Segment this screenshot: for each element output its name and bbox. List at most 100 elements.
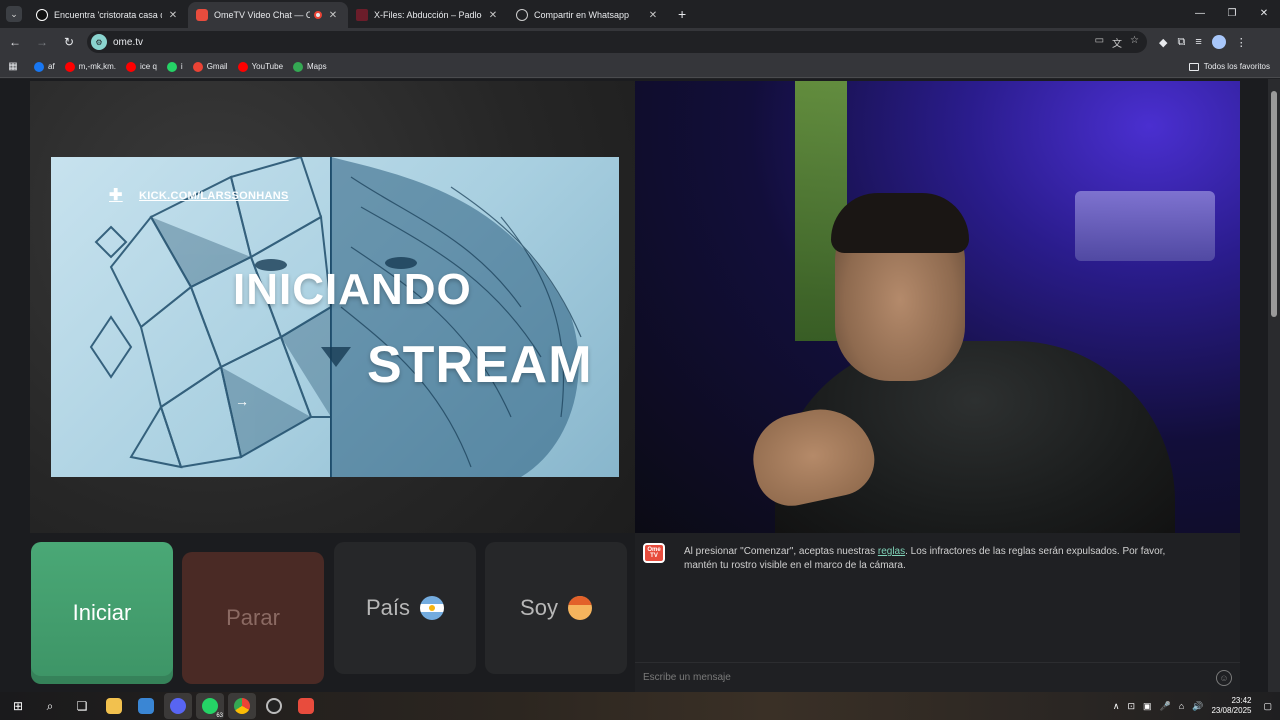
stop-button[interactable]: Parar: [182, 552, 324, 684]
bookmark-item[interactable]: m,-mk,km.: [64, 61, 116, 72]
file-explorer-icon[interactable]: [100, 693, 128, 719]
bookmark-label: ice q: [140, 62, 157, 71]
address-bar[interactable]: ⚙ ome.tv ▭ 文 ☆: [87, 31, 1147, 53]
bookmark-label: Maps: [307, 62, 327, 71]
window-controls: — ❐ ✕: [1184, 0, 1280, 28]
tray-app2-icon[interactable]: ▣: [1143, 701, 1152, 712]
notification-icon[interactable]: ▢: [1263, 701, 1272, 712]
rules-link[interactable]: reglas: [878, 546, 905, 557]
discord-icon[interactable]: [164, 693, 192, 719]
kick-link[interactable]: ✚ KICK.COM/LARSSONHANS: [109, 187, 289, 205]
apps-grid-icon[interactable]: ▦: [2, 61, 24, 72]
whatsapp-taskbar-icon[interactable]: 63: [196, 693, 224, 719]
scrollbar-thumb[interactable]: [1271, 91, 1277, 317]
tray-app-icon[interactable]: ⊡: [1128, 701, 1136, 712]
profile-avatar-icon[interactable]: [1211, 35, 1226, 49]
bookmark-label: i: [180, 62, 183, 71]
tab-whatsapp[interactable]: Compartir en Whatsapp ✕: [508, 2, 668, 28]
extensions-puzzle-icon[interactable]: ⧉: [1177, 36, 1185, 49]
extension-icon[interactable]: ◆: [1159, 36, 1167, 49]
emoji-icon[interactable]: ☺: [1216, 670, 1232, 686]
folder-icon: [1188, 62, 1199, 71]
arrow-right-icon: →: [235, 393, 249, 409]
bookmark-item[interactable]: Gmail: [192, 61, 228, 72]
bookmark-item[interactable]: af: [34, 61, 55, 72]
close-window-icon[interactable]: ✕: [1248, 0, 1280, 28]
bookmark-label: YouTube: [251, 62, 284, 71]
system-message: Al presionar "Comenzar", aceptas nuestra…: [684, 545, 1184, 573]
bookmark-label: af: [48, 62, 55, 71]
youtube-icon: [126, 61, 136, 72]
stop-button-label: Parar: [226, 605, 280, 630]
person-hair: [831, 193, 969, 253]
clock-time: 23:42: [1231, 696, 1252, 705]
browser-toolbar: ← → ↻ ⚙ ome.tv ▭ 文 ☆ ◆ ⧉ ≡ ⋮: [0, 28, 1280, 56]
media-control-icon[interactable]: ≡: [1195, 36, 1201, 48]
clock[interactable]: 23:42 23/08/2025: [1211, 696, 1251, 716]
facebook-icon: [34, 61, 44, 72]
tab-search-button[interactable]: ⌄: [6, 6, 22, 22]
tiktok-icon: [36, 9, 48, 21]
boy-avatar-icon: [567, 596, 592, 620]
whatsapp-badge: 63: [215, 713, 224, 719]
windows-start-icon[interactable]: ⊞: [4, 693, 32, 719]
close-icon[interactable]: ✕: [326, 10, 340, 21]
bookmark-item[interactable]: YouTube: [237, 61, 284, 72]
translate-icon[interactable]: 文: [1112, 35, 1122, 50]
tab-ometv[interactable]: OmeTV Video Chat — Ome ✕: [188, 2, 348, 28]
bookmark-item[interactable]: i: [166, 61, 183, 72]
close-icon[interactable]: ✕: [166, 10, 180, 21]
tab-xfiles[interactable]: X-Files: Abducción – Padlock En ✕: [348, 2, 508, 28]
all-bookmarks-button[interactable]: Todos los favoritos: [1188, 62, 1270, 71]
reload-icon[interactable]: ↻: [57, 35, 81, 49]
network-icon[interactable]: ⌂: [1179, 701, 1184, 711]
page-scrollbar[interactable]: [1268, 79, 1280, 692]
minimize-icon[interactable]: —: [1184, 0, 1216, 28]
ometv-icon: [196, 9, 208, 21]
chrome-icon[interactable]: [228, 693, 256, 719]
store-icon[interactable]: [132, 693, 160, 719]
all-bookmarks-label: Todos los favoritos: [1203, 62, 1270, 71]
bookmark-item[interactable]: Maps: [293, 61, 327, 72]
message-input[interactable]: [643, 672, 1203, 683]
stream-title-line2: STREAM: [367, 336, 593, 394]
app-icon[interactable]: [292, 693, 320, 719]
kick-link-text: KICK.COM/LARSSONHANS: [139, 190, 289, 202]
windows-taskbar: ⊞ ⌕ ❏ 63 ∧ ⊡ ▣ 🎤 ⌂ 🔊 23:42 23/08/2025 ▢: [0, 692, 1280, 720]
site-info-icon[interactable]: ⚙: [91, 34, 107, 50]
gmail-icon: [192, 61, 203, 72]
restore-icon[interactable]: ❐: [1216, 0, 1248, 28]
tray-chevron-icon[interactable]: ∧: [1113, 701, 1120, 712]
back-icon[interactable]: ←: [3, 35, 27, 49]
stream-title-line1: INICIANDO: [233, 265, 472, 314]
ometv-logo-icon: Ome TV: [643, 543, 665, 563]
tab-title: Encuentra 'cristorata casa del te: [54, 10, 162, 20]
country-button-label: País: [365, 595, 411, 620]
obs-icon[interactable]: [260, 693, 288, 719]
chat-input-area: ☺: [635, 662, 1240, 692]
bookmark-item[interactable]: ice q: [126, 61, 157, 72]
forward-icon[interactable]: →: [30, 35, 54, 49]
youtube-icon: [237, 61, 248, 72]
tab-tiktok[interactable]: Encuentra 'cristorata casa del te ✕: [28, 2, 188, 28]
bookmark-star-icon[interactable]: ☆: [1130, 35, 1139, 50]
padlock-icon: [356, 9, 368, 21]
url-text[interactable]: ome.tv: [113, 37, 143, 48]
country-button[interactable]: País: [334, 542, 476, 674]
cast-icon[interactable]: ▭: [1095, 35, 1104, 50]
bookmarks-bar: ▦ af m,-mk,km. ice q i Gmail YouTube Maps Todo…: [0, 56, 1280, 78]
new-tab-button[interactable]: +: [678, 6, 686, 22]
argentina-flag-icon: [420, 596, 445, 620]
start-button[interactable]: Iniciar: [31, 542, 173, 684]
menu-icon[interactable]: ⋮: [1236, 36, 1247, 49]
volume-icon[interactable]: 🔊: [1192, 701, 1203, 712]
gender-button[interactable]: Soy: [485, 542, 627, 674]
task-view-icon[interactable]: ❏: [68, 693, 96, 719]
stream-overlay: ✚ KICK.COM/LARSSONHANS INICIANDO STREAM …: [51, 157, 619, 477]
search-icon[interactable]: ⌕: [36, 693, 64, 719]
self-camera-video: [635, 81, 1240, 533]
lion-artwork: [89, 157, 582, 477]
close-icon[interactable]: ✕: [646, 10, 660, 21]
microphone-icon[interactable]: 🎤: [1160, 701, 1171, 712]
close-icon[interactable]: ✕: [486, 10, 500, 21]
